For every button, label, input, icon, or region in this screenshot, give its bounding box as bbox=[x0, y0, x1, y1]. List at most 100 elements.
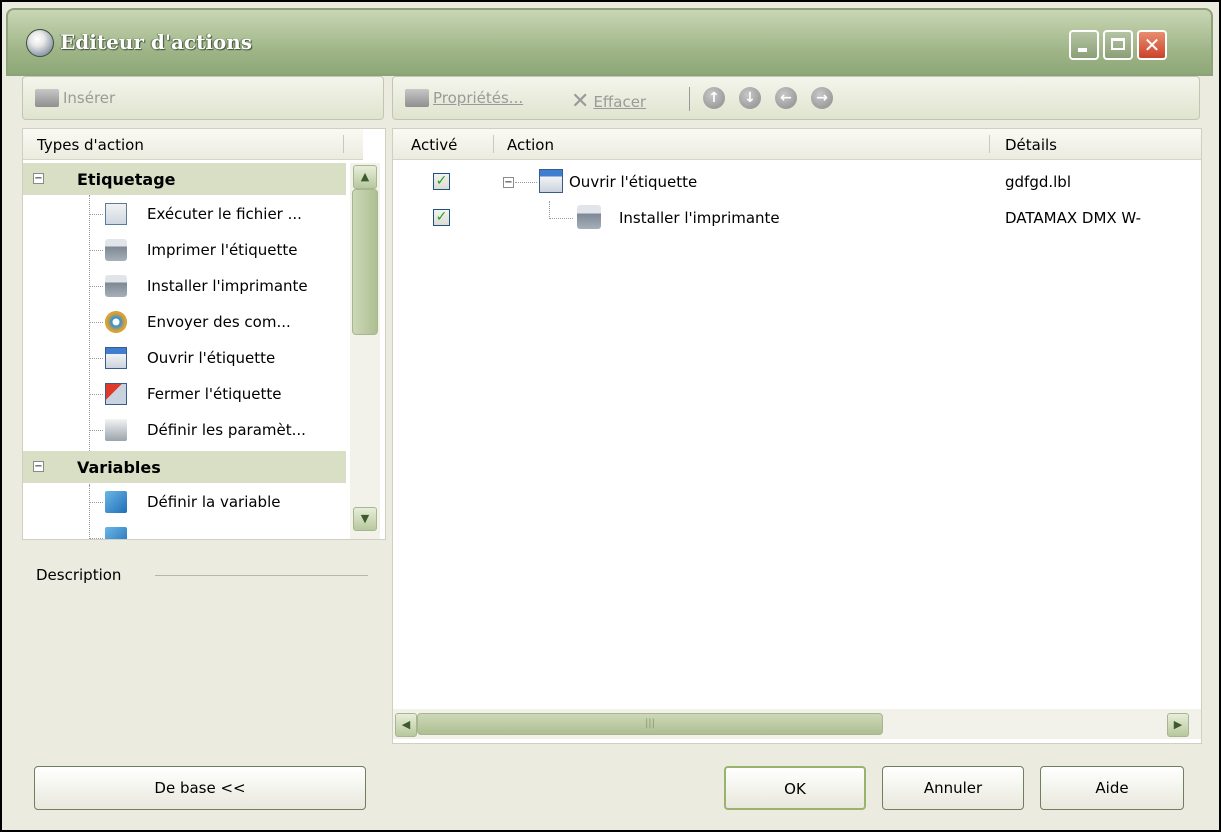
close-icon: ✕ bbox=[1143, 33, 1161, 57]
scroll-thumb[interactable]: ||| bbox=[417, 713, 883, 735]
properties-icon bbox=[405, 89, 429, 107]
tree-vertical-scrollbar[interactable]: ▲ ▼ bbox=[350, 163, 380, 539]
close-button[interactable]: ✕ bbox=[1137, 30, 1167, 60]
tree-item-install-printer[interactable]: Installer l'imprimante bbox=[23, 269, 346, 305]
settings-icon bbox=[105, 419, 127, 441]
group-variables[interactable]: − Variables bbox=[23, 451, 346, 483]
printer-icon bbox=[105, 239, 127, 261]
insert-icon bbox=[35, 89, 59, 107]
tree-item-label: Installer l'imprimante bbox=[147, 277, 308, 295]
action-name: Installer l'imprimante bbox=[619, 209, 780, 227]
group-etiquetage[interactable]: − Etiquetage bbox=[23, 163, 346, 195]
description-divider bbox=[155, 575, 368, 576]
tree-item-open-label[interactable]: Ouvrir l'étiquette bbox=[23, 341, 346, 377]
tree-item-label: Ouvrir l'étiquette bbox=[147, 349, 276, 367]
action-types-header: Types d'action bbox=[37, 136, 144, 154]
enabled-checkbox[interactable]: ✓ bbox=[433, 173, 450, 190]
scroll-right-button[interactable]: ▶ bbox=[1167, 713, 1189, 737]
column-details[interactable]: Détails bbox=[1005, 136, 1057, 154]
install-printer-icon bbox=[105, 275, 127, 297]
scroll-left-button[interactable]: ◀ bbox=[395, 713, 417, 737]
left-toolbar: Insérer bbox=[22, 76, 384, 120]
scroll-down-button[interactable]: ▼ bbox=[353, 507, 377, 531]
open-label-icon bbox=[539, 169, 563, 193]
help-label: Aide bbox=[1095, 779, 1129, 797]
variable-icon bbox=[105, 527, 127, 539]
tree-item-label: Fermer l'étiquette bbox=[147, 385, 282, 403]
table-row[interactable]: ✓ Installer l'imprimante DATAMAX DMX W- bbox=[393, 201, 1201, 237]
list-horizontal-scrollbar[interactable]: ◀ ||| ▶ bbox=[393, 709, 1201, 739]
send-commands-icon bbox=[105, 311, 127, 333]
delete-button[interactable]: ✕ Effacer bbox=[571, 89, 646, 114]
tree-item-partial[interactable] bbox=[23, 521, 346, 539]
table-row[interactable]: ✓ − Ouvrir l'étiquette gdfgd.lbl bbox=[393, 165, 1201, 201]
delete-icon: ✕ bbox=[571, 89, 590, 114]
toolbar-separator bbox=[689, 87, 690, 111]
tree-item-label: Définir les paramèt... bbox=[147, 421, 306, 439]
tree-item-label: Définir la variable bbox=[147, 493, 281, 511]
maximize-button[interactable] bbox=[1103, 30, 1133, 60]
tree-item-print-label[interactable]: Imprimer l'étiquette bbox=[23, 233, 346, 269]
right-toolbar: Propriétés... ✕ Effacer ↑ ↓ ← → bbox=[392, 76, 1200, 120]
minimize-icon bbox=[1078, 48, 1087, 52]
title-bar: Editeur d'actions ✕ bbox=[6, 8, 1213, 76]
window-title: Editeur d'actions bbox=[60, 30, 253, 54]
properties-button[interactable]: Propriétés... bbox=[405, 89, 523, 107]
move-left-button[interactable]: ← bbox=[775, 87, 797, 109]
insert-label: Insérer bbox=[63, 89, 116, 107]
tree-connector bbox=[549, 201, 550, 219]
tree-connector bbox=[89, 430, 103, 431]
move-up-button[interactable]: ↑ bbox=[703, 87, 725, 109]
list-header: Activé Action Détails bbox=[393, 129, 1201, 160]
description-label: Description bbox=[36, 566, 122, 584]
run-file-icon bbox=[105, 203, 127, 225]
scroll-thumb[interactable] bbox=[352, 189, 378, 335]
chevron-up-icon: ▲ bbox=[360, 170, 370, 183]
scroll-up-button[interactable]: ▲ bbox=[353, 165, 377, 189]
column-separator[interactable] bbox=[989, 135, 990, 153]
actions-list: Activé Action Détails ✓ − Ouvrir l'étiqu… bbox=[392, 128, 1202, 744]
tree-item-settings[interactable]: Définir les paramèt... bbox=[23, 413, 346, 449]
collapse-icon[interactable]: − bbox=[33, 173, 44, 184]
action-types-tree: Types d'action − Etiquetage Exécuter le … bbox=[22, 128, 386, 540]
tree-connector bbox=[549, 218, 573, 219]
ok-button[interactable]: OK bbox=[724, 766, 866, 810]
collapse-icon[interactable]: − bbox=[33, 461, 44, 472]
column-separator[interactable] bbox=[493, 135, 494, 153]
tree-item-close-label[interactable]: Fermer l'étiquette bbox=[23, 377, 346, 413]
tree-item-run-file[interactable]: Exécuter le fichier ... bbox=[23, 197, 346, 233]
install-printer-icon bbox=[577, 205, 601, 229]
action-details: gdfgd.lbl bbox=[1005, 173, 1071, 191]
app-icon bbox=[26, 29, 54, 57]
chevron-left-icon: ◀ bbox=[401, 718, 411, 731]
tree-connector bbox=[89, 394, 103, 395]
enabled-checkbox[interactable]: ✓ bbox=[433, 209, 450, 226]
cancel-button[interactable]: Annuler bbox=[882, 766, 1024, 810]
group-label: Etiquetage bbox=[77, 170, 176, 189]
basic-mode-button[interactable]: De base << bbox=[34, 766, 366, 810]
tree-item-label: Envoyer des com... bbox=[147, 313, 291, 331]
delete-label: Effacer bbox=[593, 92, 647, 111]
tree-connector bbox=[89, 250, 103, 251]
action-details: DATAMAX DMX W- bbox=[1005, 209, 1142, 227]
column-enabled[interactable]: Activé bbox=[411, 136, 457, 154]
chevron-down-icon: ▼ bbox=[360, 512, 370, 525]
arrow-right-icon: → bbox=[816, 90, 828, 106]
move-down-button[interactable]: ↓ bbox=[739, 87, 761, 109]
move-right-button[interactable]: → bbox=[811, 87, 833, 109]
minimize-button[interactable] bbox=[1069, 30, 1099, 60]
insert-button[interactable]: Insérer bbox=[35, 89, 115, 107]
tree-connector bbox=[89, 214, 103, 215]
tree-item-label: Imprimer l'étiquette bbox=[147, 241, 298, 259]
variable-icon bbox=[105, 491, 127, 513]
arrow-left-icon: ← bbox=[780, 90, 792, 106]
properties-label: Propriétés... bbox=[433, 89, 524, 107]
tree-item-set-variable[interactable]: Définir la variable bbox=[23, 485, 346, 521]
collapse-icon[interactable]: − bbox=[503, 177, 514, 188]
tree-item-send-commands[interactable]: Envoyer des com... bbox=[23, 305, 346, 341]
column-action[interactable]: Action bbox=[507, 136, 554, 154]
help-button[interactable]: Aide bbox=[1040, 766, 1184, 810]
tree-header: Types d'action bbox=[23, 129, 363, 160]
basic-mode-label: De base << bbox=[154, 779, 246, 797]
maximize-icon bbox=[1111, 38, 1125, 50]
